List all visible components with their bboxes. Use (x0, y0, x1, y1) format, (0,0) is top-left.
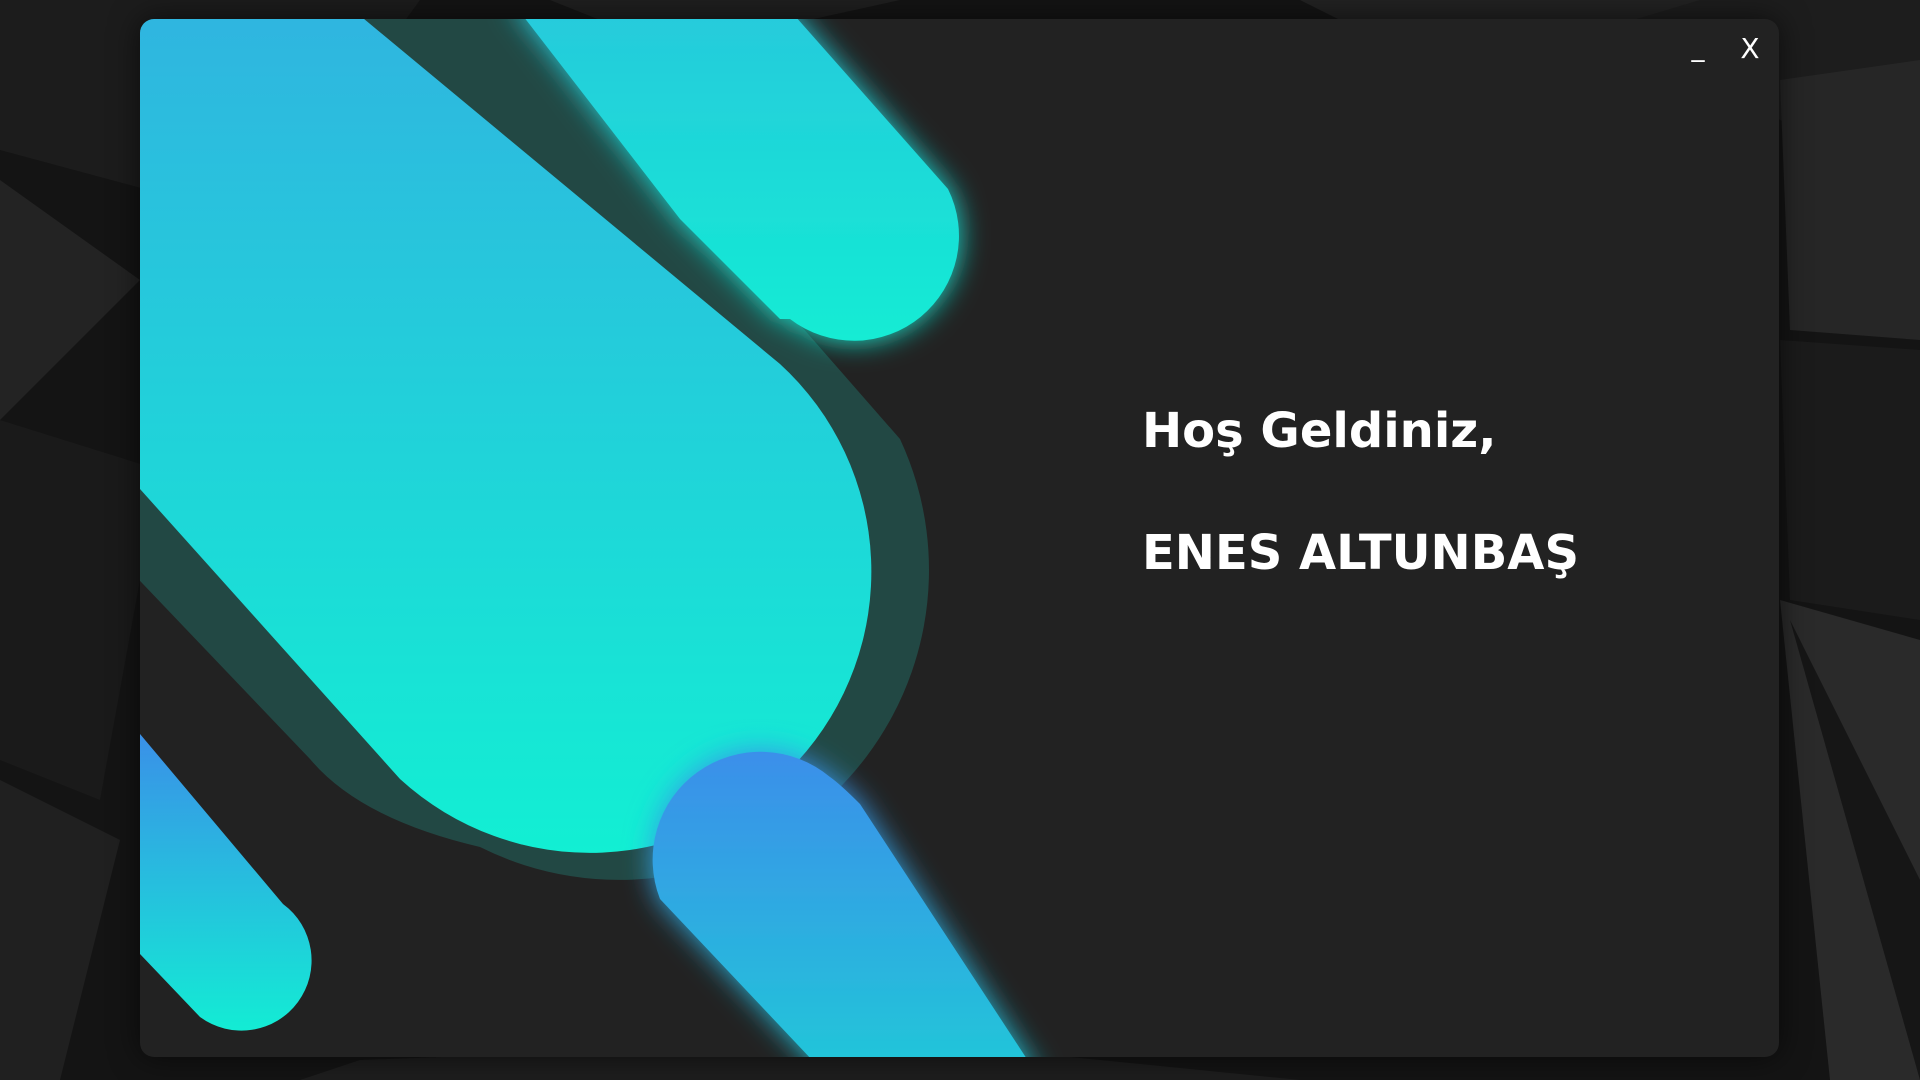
close-icon[interactable]: X (1735, 29, 1765, 69)
bottom-capsule-shape (652, 751, 1026, 1057)
app-window: _ X Hoş Geldiniz, ENES ALTUNBAŞ (140, 19, 1779, 1057)
user-name-text: ENES ALTUNBAŞ (1142, 525, 1580, 581)
minimize-icon[interactable]: _ (1683, 29, 1713, 67)
left-small-capsule-shape (140, 734, 312, 1031)
welcome-panel: Hoş Geldiniz, ENES ALTUNBAŞ (1142, 399, 1579, 585)
greeting-text: Hoş Geldiniz, (1142, 403, 1497, 459)
window-controls: _ X (1683, 29, 1765, 69)
